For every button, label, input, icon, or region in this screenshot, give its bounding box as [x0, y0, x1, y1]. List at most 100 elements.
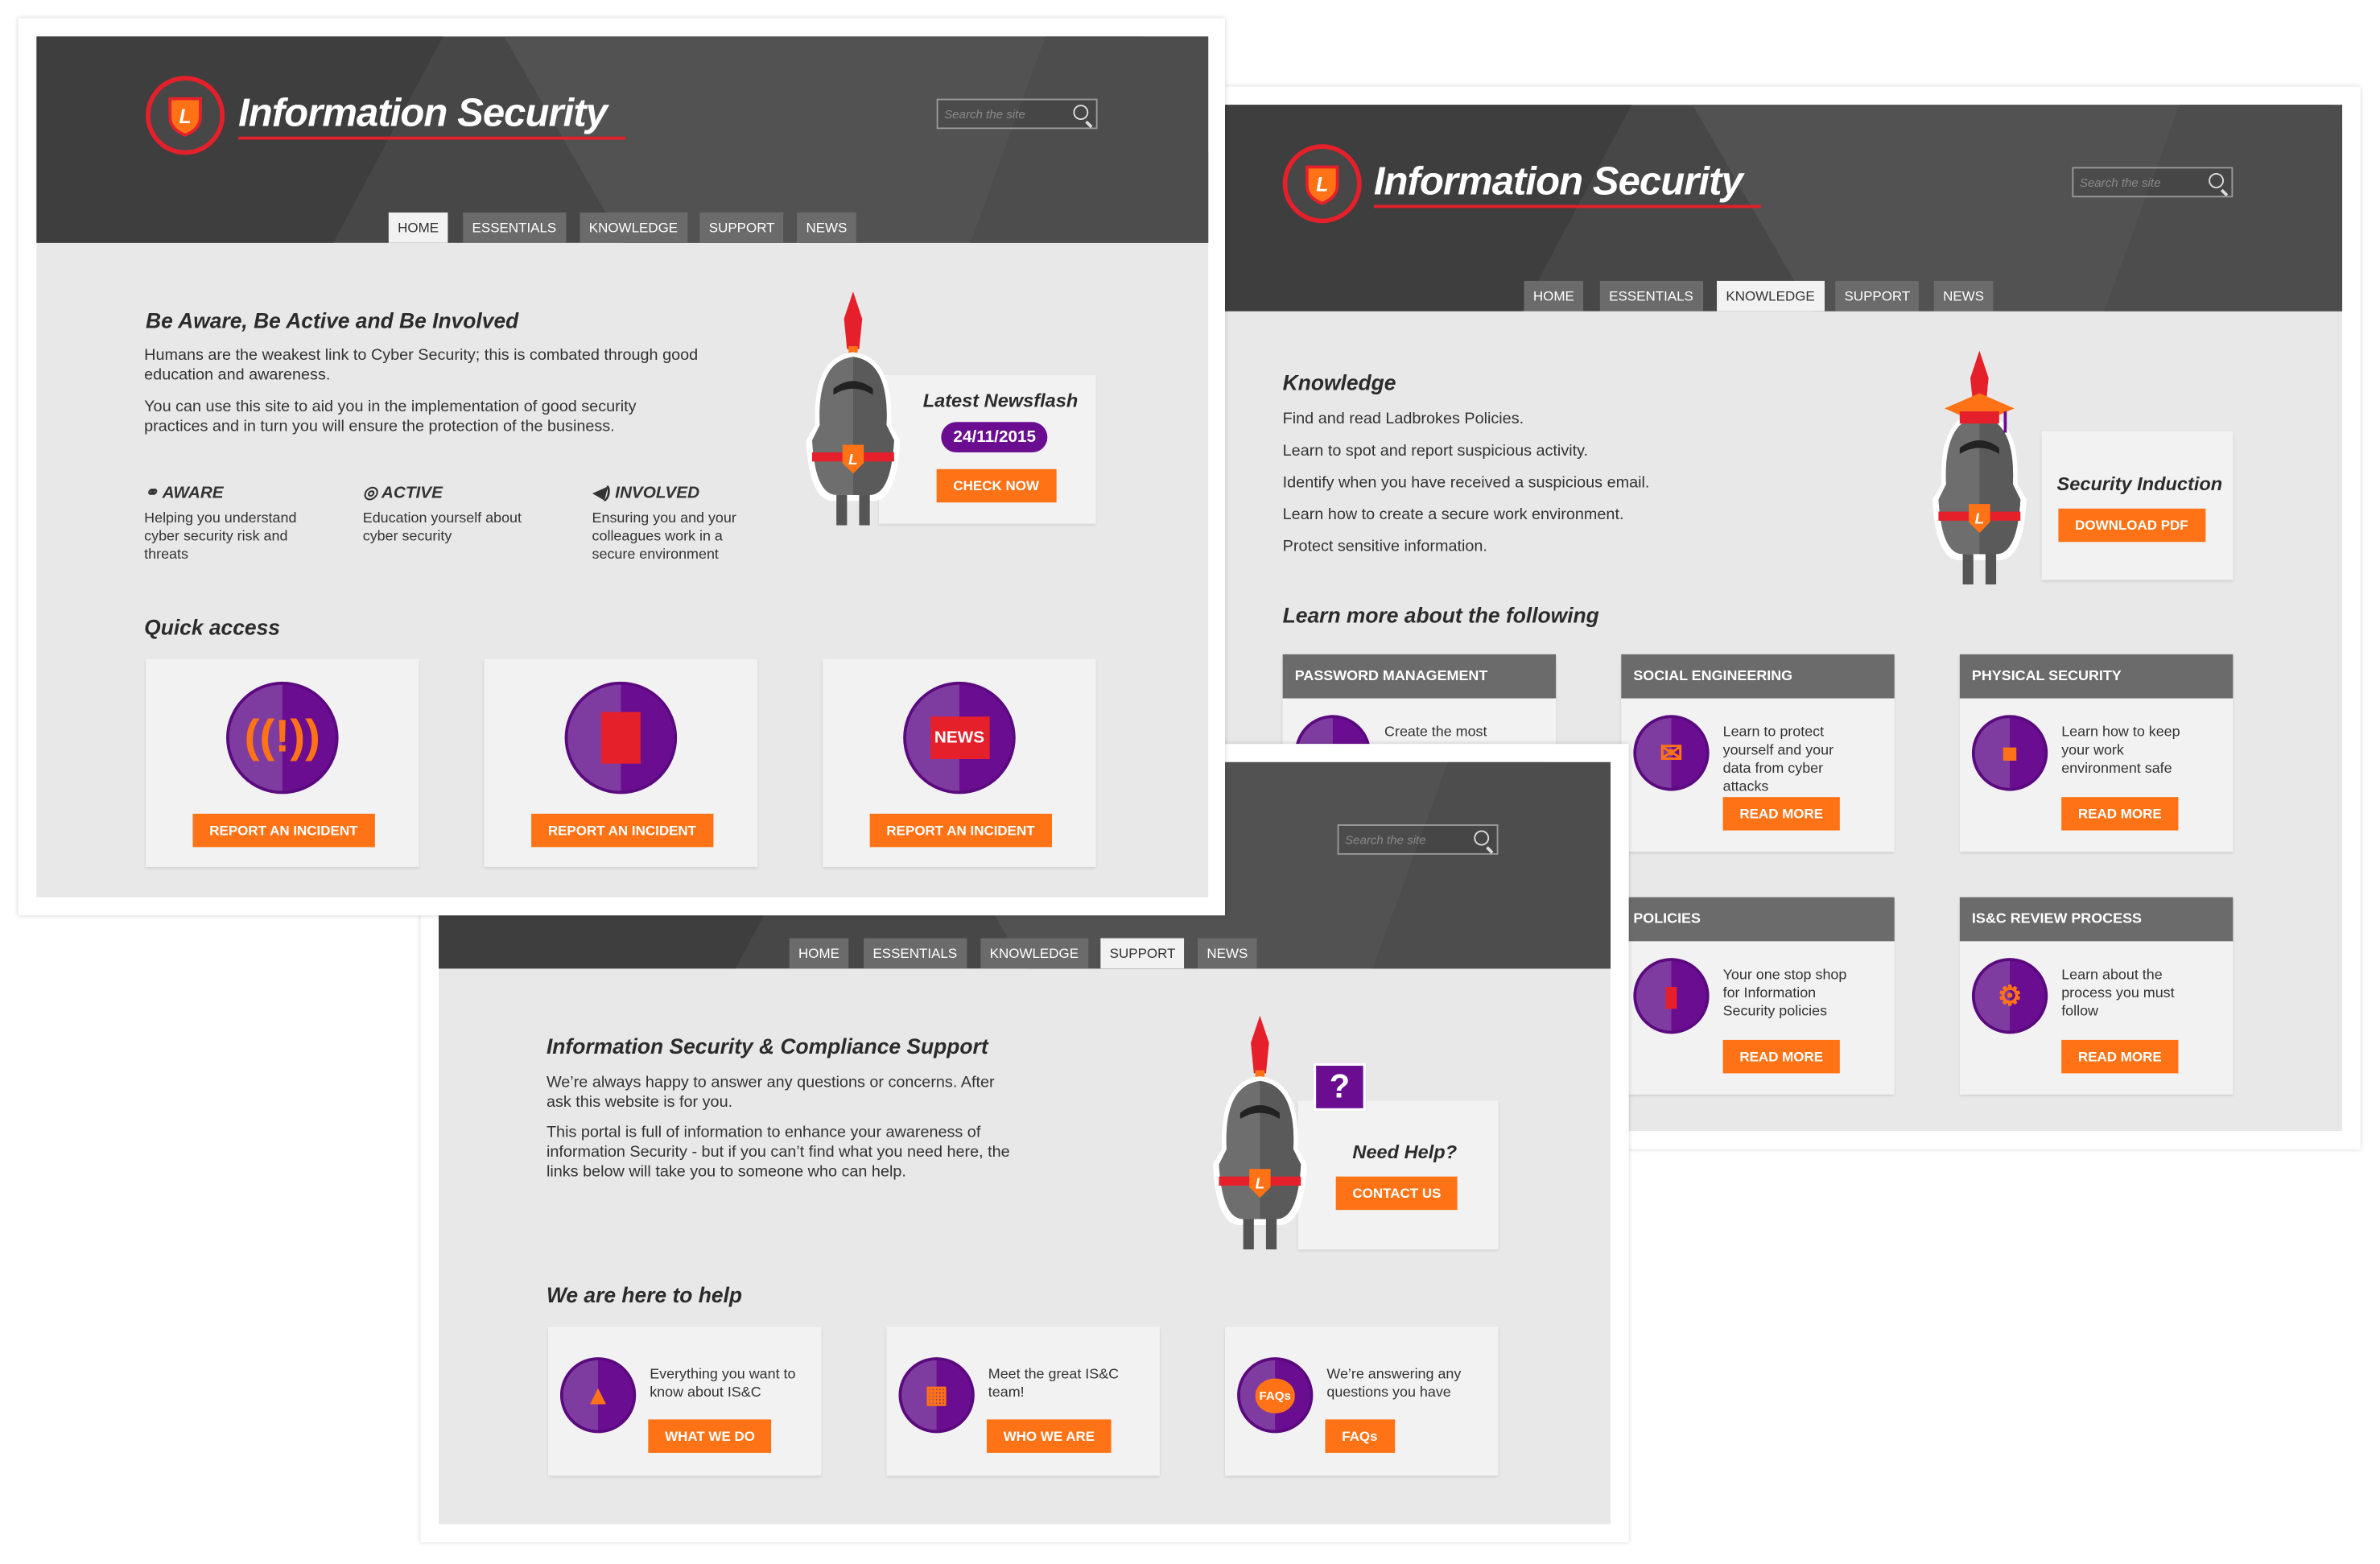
site-title[interactable]: Information Security [238, 88, 625, 140]
security-induction-panel: Security Induction DOWNLOAD PDF [2041, 431, 2234, 580]
quick-access-card: NEWS REPORT AN INCIDENT [823, 658, 1096, 867]
tab-news[interactable]: NEWS [797, 213, 856, 243]
knowledge-line: Learn to spot and report suspicious acti… [1282, 441, 1589, 460]
alarm-icon: ((!)) [226, 681, 339, 794]
card-title: PASSWORD MANAGEMENT [1282, 654, 1557, 699]
read-more-button[interactable]: READ MORE [2061, 797, 2179, 831]
document-icon: ▮ [1633, 958, 1710, 1034]
card-text: Learn how to keep your work environment … [2061, 724, 2180, 778]
search-icon[interactable] [1073, 105, 1089, 120]
search-input[interactable]: Search the site [1337, 824, 1499, 855]
report-incident-button[interactable]: REPORT AN INCIDENT [869, 813, 1052, 848]
intro-paragraph: You can use this site to aid you in the … [144, 398, 637, 436]
tab-news[interactable]: NEWS [1933, 280, 1994, 312]
feature-title: INVOLVED [615, 484, 700, 503]
page-title: Be Aware, Be Active and Be Involved [146, 307, 519, 333]
knight-mascot-graduate-icon [1911, 348, 2048, 591]
search-placeholder: Search the site [944, 107, 1025, 122]
megaphone-icon: ◀) [592, 484, 611, 503]
card-title: POLICIES [1621, 897, 1895, 942]
topic-card-physical-security: PHYSICAL SECURITY ■ Learn how to keep yo… [1959, 654, 2234, 852]
tab-knowledge[interactable]: KNOWLEDGE [980, 938, 1088, 969]
download-pdf-button[interactable]: DOWNLOAD PDF [2058, 508, 2205, 543]
feature-aware: ⚭ AWARE Helping you understand cyber sec… [144, 485, 341, 565]
feature-involved: ◀) INVOLVED Ensuring you and your collea… [592, 485, 790, 565]
tab-essentials[interactable]: ESSENTIALS [864, 938, 967, 969]
search-input[interactable]: Search the site [2072, 167, 2234, 198]
tab-news[interactable]: NEWS [1198, 938, 1257, 969]
who-we-are-button[interactable]: WHO WE ARE [986, 1419, 1112, 1453]
home-page-screen: Information Security Search the site HOM… [18, 18, 1226, 916]
search-placeholder: Search the site [1344, 833, 1426, 848]
search-icon[interactable] [1474, 830, 1490, 846]
knight-mascot-icon [1192, 1013, 1329, 1256]
tab-support[interactable]: SUPPORT [699, 213, 784, 243]
need-help-title: Need Help? [1352, 1141, 1458, 1163]
tab-support[interactable]: SUPPORT [1100, 938, 1185, 969]
page-title: Knowledge [1282, 370, 1396, 395]
feature-text: Education yourself about cyber security [362, 510, 522, 546]
tab-home[interactable]: HOME [388, 213, 448, 243]
tab-essentials[interactable]: ESSENTIALS [1599, 280, 1703, 312]
feature-title: ACTIVE [381, 484, 443, 503]
knight-helmet-icon: ▲ [559, 1357, 637, 1434]
contact-us-button[interactable]: CONTACT US [1335, 1176, 1458, 1211]
knowledge-line: Learn how to create a secure work enviro… [1282, 506, 1624, 524]
feature-active: ◎ ACTIVE Education yourself about cyber … [363, 485, 560, 547]
card-text: Meet the great IS&C team! [988, 1366, 1120, 1401]
knowledge-line: Protect sensitive information. [1282, 537, 1487, 556]
tab-knowledge[interactable]: KNOWLEDGE [1717, 280, 1825, 312]
home-page: Information Security Search the site HOM… [36, 36, 1209, 898]
knowledge-line: Find and read Ladbrokes Policies. [1282, 410, 1524, 428]
newsflash-date-badge: 24/11/2015 [941, 422, 1049, 453]
faqs-button[interactable]: FAQs [1325, 1419, 1395, 1453]
faq-bubble-icon: FAQs [1237, 1357, 1314, 1434]
card-text: Your one stop shop for Information Secur… [1722, 967, 1847, 1021]
card-text: Create the most [1384, 724, 1487, 741]
tab-knowledge[interactable]: KNOWLEDGE [580, 213, 687, 243]
tab-support[interactable]: SUPPORT [1835, 280, 1920, 312]
tab-essentials[interactable]: ESSENTIALS [463, 213, 566, 243]
news-icon: NEWS [903, 681, 1016, 794]
read-more-button[interactable]: READ MORE [2061, 1039, 2179, 1074]
news-icon-text: NEWS [930, 716, 989, 759]
site-title[interactable]: Information Security [1373, 156, 1761, 208]
report-incident-button[interactable]: REPORT AN INCIDENT [192, 813, 375, 848]
question-mark: ? [1329, 1067, 1351, 1106]
site-header: Information Security Search the site HOM… [1225, 105, 2343, 312]
card-text: Learn to protect yourself and your data … [1722, 724, 1834, 796]
tab-home[interactable]: HOME [789, 938, 849, 969]
knight-mascot-icon [785, 288, 922, 531]
support-paragraph: This portal is full of information to en… [546, 1123, 1010, 1182]
help-card-who-we-are: ▦ Meet the great IS&C team! WHO WE ARE [886, 1327, 1160, 1476]
logo-shield-icon[interactable] [146, 76, 225, 155]
org-chart-icon: ▦ [898, 1357, 975, 1434]
page-title: Information Security & Compliance Suppor… [546, 1034, 988, 1058]
check-now-button[interactable]: CHECK NOW [936, 468, 1056, 503]
quick-access-card: ((!)) REPORT AN INCIDENT [146, 658, 419, 867]
document-icon [564, 681, 678, 794]
tab-home[interactable]: HOME [1524, 280, 1584, 312]
search-placeholder: Search the site [2079, 175, 2161, 190]
report-incident-button[interactable]: REPORT AN INCIDENT [531, 813, 713, 848]
feature-text: Helping you understand cyber security ri… [144, 510, 297, 563]
briefcase-shield-icon: ■ [1971, 715, 2048, 791]
what-we-do-button[interactable]: WHAT WE DO [648, 1419, 772, 1453]
search-icon[interactable] [2209, 173, 2224, 188]
read-more-button[interactable]: READ MORE [1722, 1039, 1840, 1074]
quick-access-card: REPORT AN INCIDENT [484, 658, 758, 867]
question-bubble-icon: ? [1313, 1063, 1367, 1112]
gear-lock-icon: ⚙ [1971, 958, 2048, 1034]
faq-icon-text: FAQs [1254, 1377, 1296, 1413]
feature-title: AWARE [162, 484, 224, 503]
learn-more-heading: Learn more about the following [1282, 602, 1599, 627]
induction-title: Security Induction [2056, 473, 2223, 495]
search-input[interactable]: Search the site [936, 98, 1098, 130]
read-more-button[interactable]: READ MORE [1722, 797, 1840, 831]
card-text: We’re answering any questions you have [1326, 1366, 1462, 1401]
logo-shield-icon[interactable] [1282, 144, 1362, 224]
target-icon: ◎ [362, 484, 377, 503]
card-title: SOCIAL ENGINEERING [1621, 654, 1895, 699]
binoculars-icon: ⚭ [144, 484, 159, 503]
here-to-help-heading: We are here to help [546, 1282, 743, 1307]
